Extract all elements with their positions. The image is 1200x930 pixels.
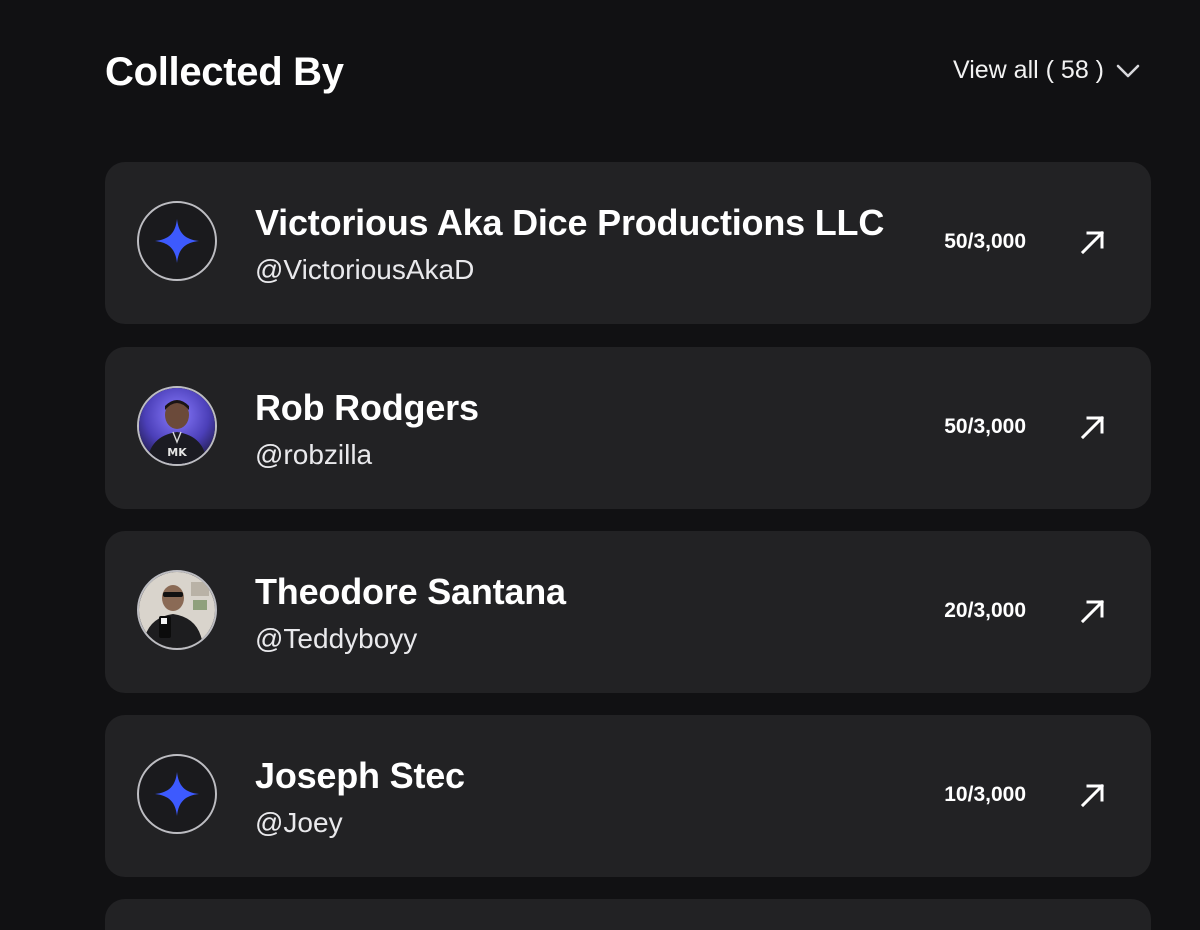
collector-name: Joseph Stec [255,755,465,796]
edition-count: 50/3,000 [944,415,1026,438]
section-header: Collected By View all ( 58 ) [105,44,1150,100]
sparkle-star-icon [155,219,199,263]
profile-photo: MK [139,388,215,464]
collector-handle: @Teddyboyy [255,623,418,654]
collected-by-page: Collected By View all ( 58 ) Victorious … [0,0,1200,930]
arrow-up-right-icon[interactable] [1079,781,1107,809]
collector-name: Rob Rodgers [255,387,479,428]
avatar [137,754,217,834]
collector-card[interactable]: Joseph Stec @Joey 10/3,000 [105,715,1151,877]
edition-count: 50/3,000 [944,230,1026,253]
collector-name: Victorious Aka Dice Productions LLC [255,202,885,243]
section-title: Collected By [105,50,344,94]
avatar [137,570,217,650]
arrow-up-right-icon[interactable] [1079,413,1107,441]
chevron-down-icon [1114,57,1142,85]
avatar: MK [137,386,217,466]
view-all-label: View all ( 58 ) [953,56,1104,84]
collector-card[interactable]: MK Rob Rodgers @robzilla 50/3,000 [105,347,1151,509]
collector-handle: @Joey [255,807,343,838]
collector-handle: @robzilla [255,439,373,470]
collector-handle: @VictoriousAkaD [255,254,475,285]
view-all-button[interactable]: View all ( 58 ) [953,56,1142,85]
collector-name: Theodore Santana [255,571,566,612]
collector-card[interactable]: Victorious Aka Dice Productions LLC @Vic… [105,162,1151,324]
avatar [137,201,217,281]
edition-count: 10/3,000 [944,783,1026,806]
profile-photo [139,572,215,648]
svg-text:MK: MK [167,446,187,459]
arrow-up-right-icon[interactable] [1079,597,1107,625]
sparkle-star-icon [155,772,199,816]
collector-card[interactable]: Theodore Santana @Teddyboyy 20/3,000 [105,531,1151,693]
collector-card[interactable] [105,899,1151,930]
edition-count: 20/3,000 [944,599,1026,622]
arrow-up-right-icon[interactable] [1079,228,1107,256]
